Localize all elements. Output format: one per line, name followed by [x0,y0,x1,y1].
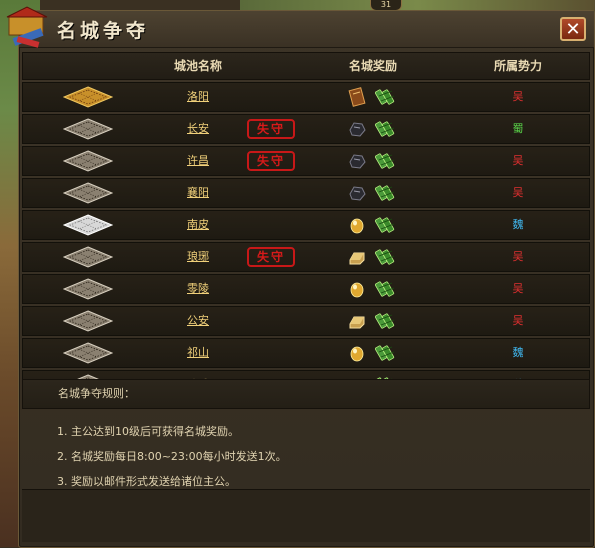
gold-ingot-icon[interactable] [347,247,367,267]
column-header-faction: 所属势力 [493,59,542,73]
city-map-icon [62,342,114,364]
table-row: 零陵 吴 [22,274,590,304]
black-ore-icon[interactable] [347,151,367,171]
city-name-link[interactable]: 南皮 [163,211,233,239]
gold-nugget-icon[interactable] [347,215,367,235]
column-header-reward: 名城奖励 [348,59,397,73]
city-name-link[interactable]: 琅琊 [163,243,233,271]
faction-label: 蜀 [512,122,524,135]
white-city-map-icon [62,214,114,236]
rule-item: 2. 名城奖励每日8:00~23:00每小时发送1次。 [57,450,287,463]
city-map-icon [62,278,114,300]
table-row: 南皮 魏 [22,210,590,240]
gold-nugget-icon[interactable] [347,343,367,363]
green-bamboo-icon[interactable] [374,246,397,268]
rule-item: 1. 主公达到10级后可获得名城奖励。 [57,425,239,438]
close-button[interactable]: ✕ [560,17,586,41]
table-row: 洛阳 吴 [22,82,590,112]
table-row: 长安 失守 蜀 [22,114,590,144]
black-ore-icon[interactable] [347,119,367,139]
green-bamboo-icon[interactable] [374,118,397,140]
faction-label: 魏 [512,346,524,359]
column-header-city: 城池名称 [173,59,222,73]
city-name-link[interactable]: 洛阳 [163,83,233,111]
faction-label: 吴 [512,154,524,167]
green-bamboo-icon[interactable] [374,182,397,204]
faction-label: 吴 [512,250,524,263]
table-row: 襄阳 吴 [22,178,590,208]
table-row: 许昌 失守 吴 [22,146,590,176]
rules-title: 名城争夺规则： [22,379,590,409]
table-header: 城池名称 名城奖励 所属势力 [22,52,590,80]
green-bamboo-icon[interactable] [374,310,397,332]
table-row: 琅琊 失守 吴 [22,242,590,272]
city-map-icon [62,246,114,268]
table-row: 祁山 魏 [22,338,590,368]
city-name-link[interactable]: 长安 [163,115,233,143]
table-row: 公安 吴 [22,306,590,336]
green-bamboo-icon[interactable] [374,342,397,364]
city-name-link[interactable]: 许昌 [163,147,233,175]
green-bamboo-icon[interactable] [374,150,397,172]
panel-footer [22,489,590,542]
city-name-link[interactable]: 公安 [163,307,233,335]
city-contest-panel: 名城争夺 ✕ 城池名称 名城奖励 所属势力 洛阳 吴 长安失守 蜀 许昌失守 [6,6,595,548]
faction-label: 吴 [512,90,524,103]
faction-label: 魏 [512,218,524,231]
black-ore-icon[interactable] [347,183,367,203]
rules-section: 名城争夺规则： 1. 主公达到10级后可获得名城奖励。 2. 名城奖励每日8:0… [22,379,590,489]
city-name-link[interactable]: 襄阳 [163,179,233,207]
city-table: 城池名称 名城奖励 所属势力 洛阳 吴 长安 失守 蜀 许昌 失守 吴 襄阳 吴… [22,52,590,400]
rule-item: 3. 奖励以邮件形式发送给诸位主公。 [57,475,236,488]
scroll-emblem-icon [6,6,48,48]
title-bar: 名城争夺 ✕ [6,6,594,48]
city-name-link[interactable]: 祁山 [163,339,233,367]
lost-stamp: 失守 [247,119,295,139]
city-map-icon [62,310,114,332]
city-map-icon [62,182,114,204]
faction-label: 吴 [512,314,524,327]
green-bamboo-icon[interactable] [374,214,397,236]
faction-label: 吴 [512,186,524,199]
gold-ingot-icon[interactable] [347,311,367,331]
lost-stamp: 失守 [247,151,295,171]
panel-title: 名城争夺 [57,20,150,42]
golden-city-map-icon [62,86,114,108]
green-bamboo-icon[interactable] [374,278,397,300]
faction-label: 吴 [512,282,524,295]
gold-nugget-icon[interactable] [347,279,367,299]
city-name-link[interactable]: 零陵 [163,275,233,303]
city-map-icon [62,118,114,140]
green-bamboo-icon[interactable] [374,86,397,108]
scroll-icon[interactable] [347,87,367,107]
city-map-icon [62,150,114,172]
lost-stamp: 失守 [247,247,295,267]
